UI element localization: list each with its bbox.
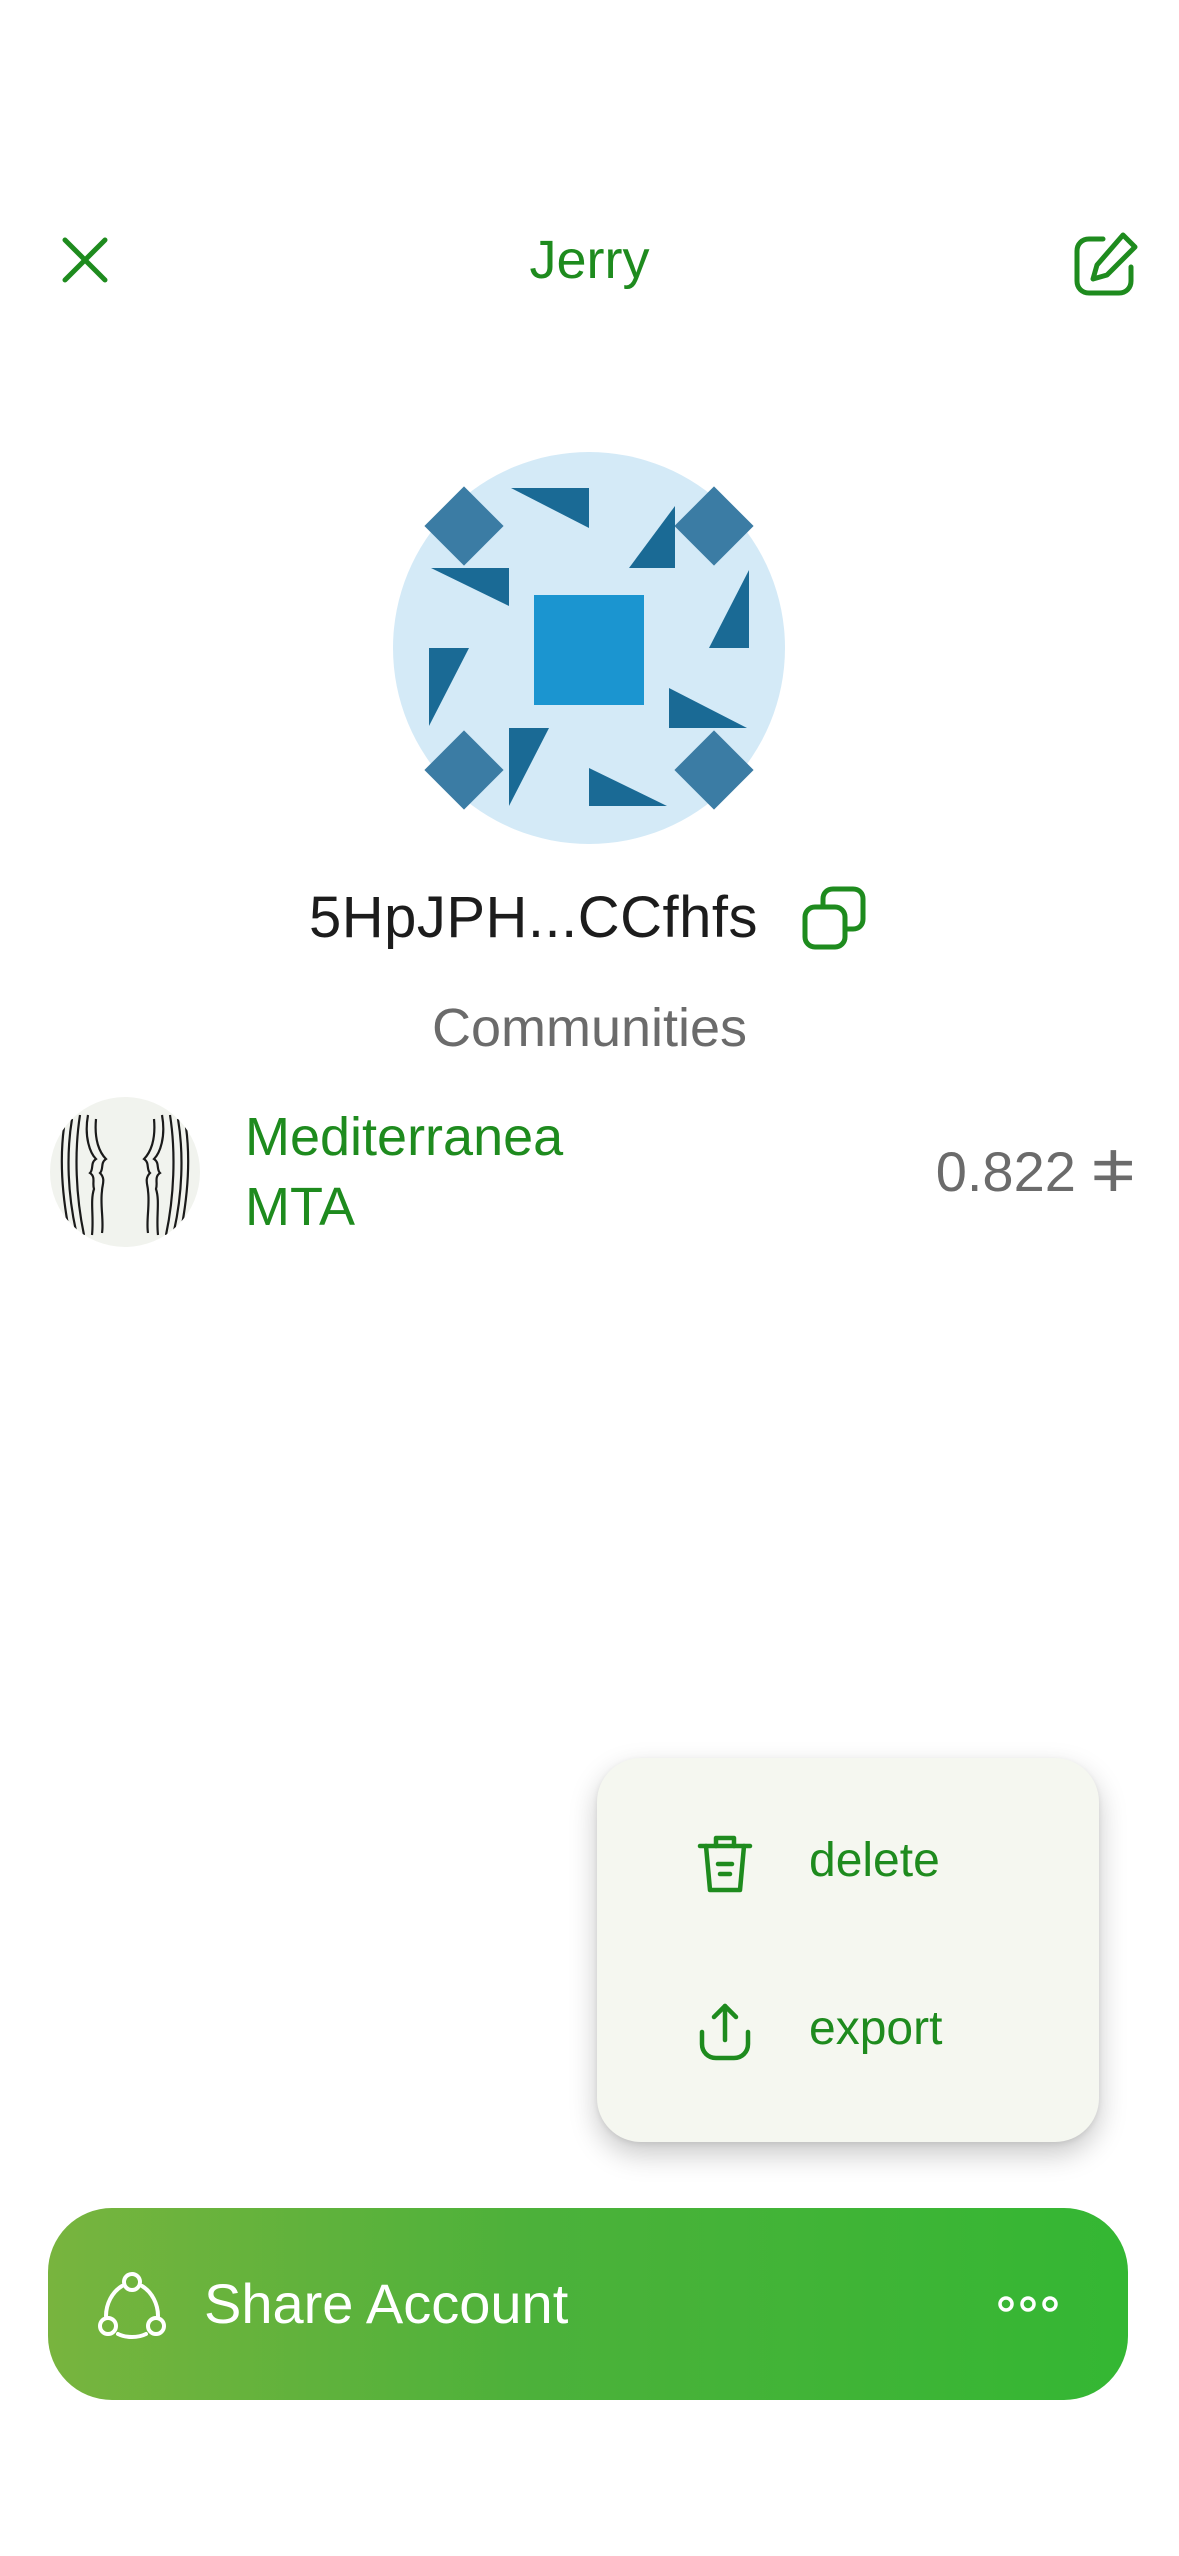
account-name-title: Jerry	[529, 230, 650, 290]
community-list-item[interactable]: Mediterranea MTA 0.822 ⵐ	[45, 1092, 1135, 1252]
share-account-label: Share Account	[204, 2272, 569, 2335]
share-account-button[interactable]: Share Account	[48, 2208, 1128, 2400]
upload-icon	[699, 2003, 751, 2061]
edit-button[interactable]	[1060, 220, 1150, 310]
community-balance: 0.822 ⵐ	[935, 1140, 1135, 1203]
identicon-avatar	[393, 452, 785, 844]
share-icon	[98, 2272, 166, 2339]
menu-item-delete-label: delete	[809, 1834, 940, 1887]
menu-item-export-label: export	[809, 2002, 943, 2055]
account-address: 5HpJPH...CCfhfs	[308, 885, 759, 950]
copy-icon	[802, 886, 866, 950]
more-icon	[998, 2296, 1058, 2312]
address-row: 5HpJPH...CCfhfs	[0, 878, 1179, 958]
menu-item-export[interactable]: export	[597, 1956, 1099, 2106]
community-symbol: MTA	[245, 1177, 355, 1237]
edit-icon	[1074, 232, 1138, 296]
copy-address-button[interactable]	[798, 882, 870, 954]
community-faces-logo	[60, 1114, 190, 1236]
community-name: Mediterranea	[245, 1107, 564, 1167]
account-options-menu: delete export	[597, 1758, 1099, 2142]
menu-item-delete[interactable]: delete	[597, 1788, 1099, 1938]
more-options-button[interactable]	[988, 2268, 1068, 2340]
trash-icon	[697, 1835, 753, 1893]
communities-heading: Communities	[431, 998, 748, 1058]
account-identicon	[393, 452, 785, 844]
community-logo	[50, 1097, 200, 1247]
